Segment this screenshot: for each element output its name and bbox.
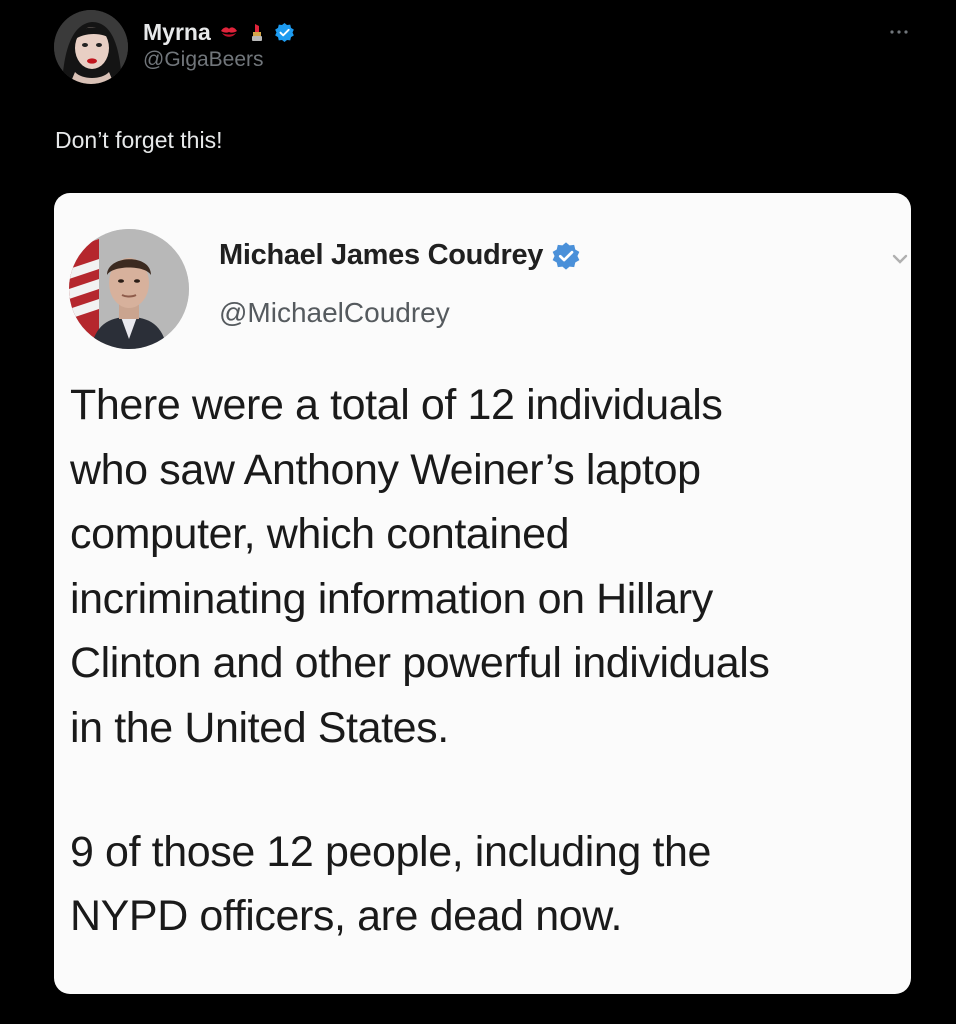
quoted-tweet-body: There were a total of 12 individuals who…	[70, 373, 911, 760]
quoted-body-line: incriminating information on Hillary	[70, 574, 713, 623]
kiss-mark-emoji-icon	[219, 22, 239, 42]
quoted-body-line: 9 of those 12 people, including the	[70, 828, 712, 876]
quoted-verified-badge-icon	[551, 241, 581, 271]
quoted-author-avatar	[69, 229, 189, 349]
author-display-name[interactable]: Myrna	[143, 19, 211, 46]
quoted-author-display-name: Michael James Coudrey	[219, 239, 544, 271]
quoted-body-line: Clinton and other powerful individuals	[70, 639, 770, 687]
quoted-author-name-row: Michael James Coudrey	[219, 239, 581, 272]
author-block: Myrna @GigaBeers	[143, 16, 295, 72]
quoted-body-line: NYPD officers, are dead now.	[70, 892, 623, 940]
more-horizontal-icon	[890, 30, 908, 34]
more-options-button[interactable]	[886, 22, 912, 42]
tweet: Myrna @GigaBeers Don’t forget this! Mich…	[0, 0, 956, 1024]
quoted-author-handle: @MichaelCoudrey	[219, 297, 450, 328]
quoted-body-line: in the United States.	[70, 703, 449, 752]
author-handle[interactable]: @GigaBeers	[143, 48, 295, 72]
chevron-down-icon	[890, 249, 910, 269]
lipstick-emoji-icon	[247, 22, 267, 42]
tweet-media-image[interactable]: Michael James Coudrey @MichaelCoudrey Th…	[54, 193, 911, 994]
author-avatar[interactable]	[54, 10, 128, 84]
verified-badge-icon[interactable]	[274, 22, 295, 43]
tweet-text: Don’t forget this!	[55, 127, 223, 153]
author-name-row: Myrna	[143, 16, 295, 48]
quoted-body-line: computer, which contained	[70, 510, 570, 558]
quoted-body-line: There were a total of 12 individuals	[70, 381, 723, 429]
quoted-tweet-second-paragraph: 9 of those 12 people, including the NYPD…	[70, 820, 711, 948]
quoted-body-line: who saw Anthony Weiner’s laptop	[70, 445, 701, 494]
